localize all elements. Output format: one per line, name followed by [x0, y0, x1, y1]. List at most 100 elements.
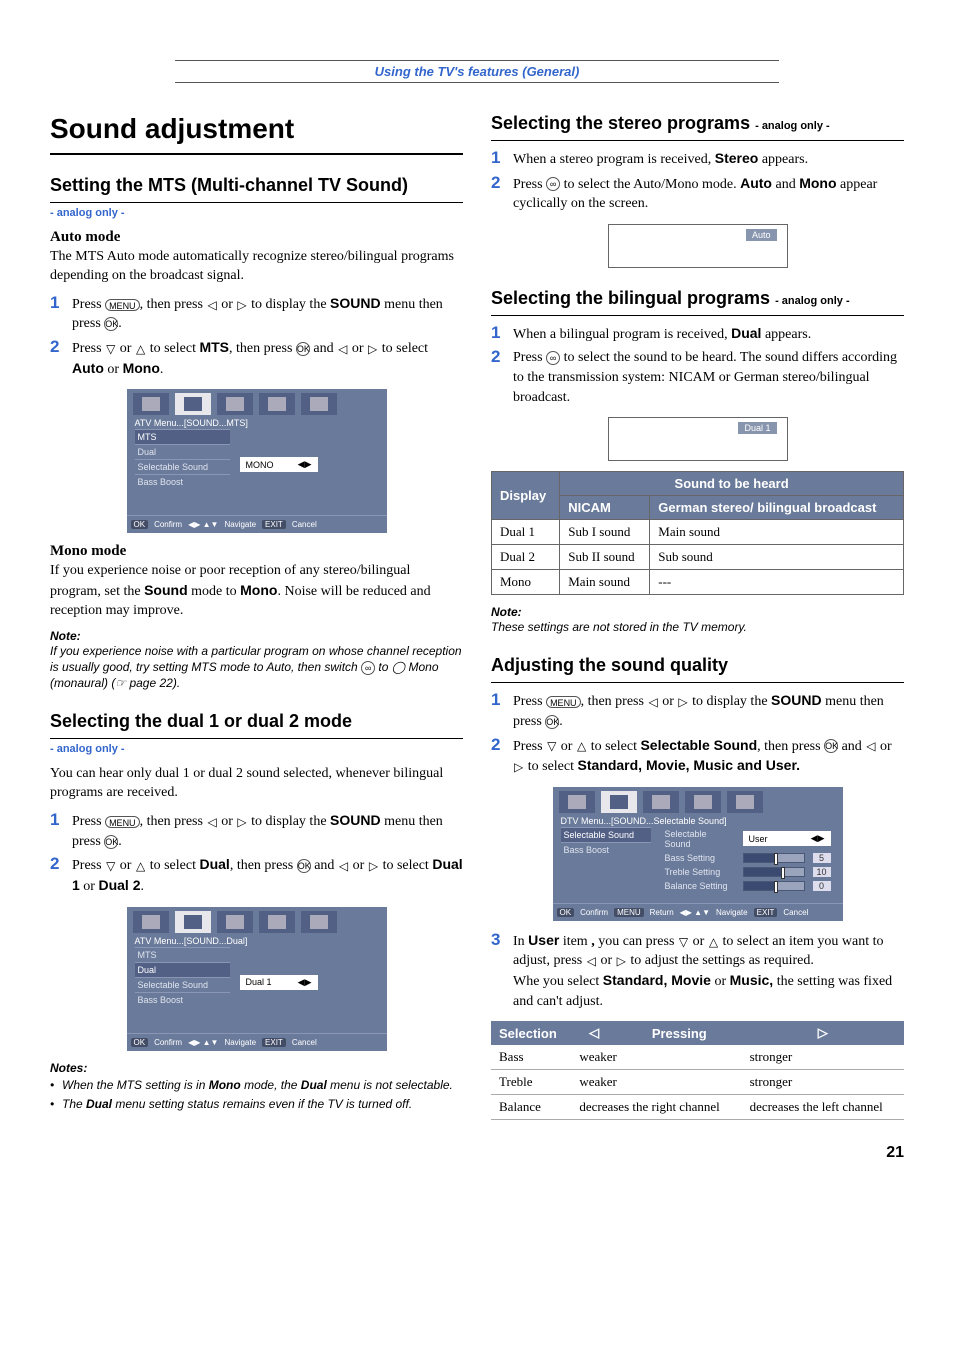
- sound-tab-icon: [184, 397, 202, 411]
- bilingual-table: Display Sound to be heard NICAM German s…: [491, 471, 904, 595]
- osd-auto-badge: Auto: [746, 229, 777, 241]
- table-row: Dual 1Sub I soundMain sound: [492, 520, 904, 545]
- note-body: If you experience noise with a particula…: [50, 643, 463, 692]
- stereo-steps: 1When a stereo program is received, Ster…: [491, 149, 904, 214]
- osd-dual-badge: Dual 1: [738, 422, 776, 434]
- setup-tab-icon: [652, 795, 670, 809]
- timer-tab-icon: [268, 397, 286, 411]
- menu-item: Bass Boost: [135, 474, 230, 489]
- menu-path-quality: DTV Menu...[SOUND...Selectable Sound]: [553, 813, 843, 827]
- lr-arrows-icon: ◀▶: [298, 459, 312, 470]
- menu-item: MTS: [135, 429, 230, 444]
- quality-step-2: Press ▽ or △ to select Selectable Sound,…: [513, 736, 904, 777]
- h2-quality: Adjusting the sound quality: [491, 655, 904, 683]
- page-number: 21: [50, 1144, 904, 1162]
- dual-note-1: When the MTS setting is in Mono mode, th…: [50, 1077, 463, 1093]
- menu-path-mts: ATV Menu...[SOUND...MTS]: [127, 415, 387, 429]
- menu-item: Selectable Sound: [135, 977, 230, 992]
- dual-note-2: The Dual menu setting status remains eve…: [50, 1096, 463, 1112]
- setup-tab-icon: [226, 397, 244, 411]
- balance-slider: [743, 881, 805, 891]
- th-left-arrow: ◁: [571, 1021, 617, 1045]
- lock-tab-icon: [310, 397, 328, 411]
- table-row: Balancedecreases the right channeldecrea…: [491, 1095, 904, 1120]
- menu-item: Bass Boost: [135, 992, 230, 1007]
- sound-tab-icon: [184, 915, 202, 929]
- menu-item: Dual: [135, 444, 230, 459]
- timer-tab-icon: [268, 915, 286, 929]
- auto-mode-body: The MTS Auto mode automatically recogniz…: [50, 248, 463, 286]
- th-german: German stereo/ bilingual broadcast: [650, 496, 904, 520]
- mono-mode-body: If you experience noise or poor receptio…: [50, 562, 463, 621]
- dual-value: Dual 1: [246, 977, 272, 987]
- bilingual-note-b: These settings are not stored in the TV …: [491, 619, 904, 635]
- th-selection: Selection: [491, 1021, 571, 1045]
- selection-table: Selection ◁ Pressing ▷ Bassweakerstronge…: [491, 1021, 904, 1120]
- timer-tab-icon: [694, 795, 712, 809]
- th-sound: Sound to be heard: [560, 472, 904, 496]
- lock-tab-icon: [310, 915, 328, 929]
- stereo-step-2: Press ∞ to select the Auto/Mono mode. Au…: [513, 174, 904, 214]
- mts-step-1: Press MENU, then press ◁ or ▷ to display…: [72, 294, 463, 334]
- table-row: MonoMain sound---: [492, 570, 904, 595]
- h1-sound-adjustment: Sound adjustment: [50, 113, 463, 155]
- table-row: Trebleweakerstronger: [491, 1070, 904, 1095]
- th-pressing: Pressing: [617, 1021, 742, 1045]
- sound-tab-icon: [610, 795, 628, 809]
- mts-value: MONO: [246, 460, 274, 470]
- quality-step-1: Press MENU, then press ◁ or ▷ to display…: [513, 691, 904, 731]
- picture-tab-icon: [568, 795, 586, 809]
- quality-steps: 1Press MENU, then press ◁ or ▷ to displa…: [491, 691, 904, 776]
- dual-notes: When the MTS setting is in Mono mode, th…: [50, 1077, 463, 1112]
- setup-tab-icon: [226, 915, 244, 929]
- dual-intro: You can hear only dual 1 or dual 2 sound…: [50, 765, 463, 803]
- menu-item: Dual: [135, 962, 230, 977]
- osd-dual: Dual 1: [608, 417, 788, 461]
- quality-step-3: In User item , you can press ▽ or △ to s…: [513, 931, 904, 1011]
- menu-item: Selectable Sound: [561, 827, 651, 842]
- quality-menu-screenshot: DTV Menu...[SOUND...Selectable Sound] Se…: [553, 787, 843, 921]
- mts-steps: 1Press MENU, then press ◁ or ▷ to displa…: [50, 294, 463, 379]
- tag-analog-mts: - analog only -: [50, 207, 463, 219]
- th-nicam: NICAM: [560, 496, 650, 520]
- notes-head: Notes:: [50, 1061, 463, 1075]
- dual-steps: 1Press MENU, then press ◁ or ▷ to displa…: [50, 811, 463, 896]
- dual-step-1: Press MENU, then press ◁ or ▷ to display…: [72, 811, 463, 851]
- bilingual-note-h: Note:: [491, 605, 904, 619]
- dual-menu-screenshot: ATV Menu...[SOUND...Dual] MTS Dual Selec…: [127, 907, 387, 1051]
- table-row: Dual 2Sub II soundSub sound: [492, 545, 904, 570]
- mts-menu-screenshot: ATV Menu...[SOUND...MTS] MTS Dual Select…: [127, 389, 387, 533]
- osd-auto: Auto: [608, 224, 788, 268]
- h2-mts: Setting the MTS (Multi-channel TV Sound): [50, 175, 463, 203]
- bilingual-step-1: When a bilingual program is received, Du…: [513, 324, 904, 345]
- picture-tab-icon: [142, 915, 160, 929]
- mono-mode-head: Mono mode: [50, 543, 463, 560]
- left-column: Sound adjustment Setting the MTS (Multi-…: [50, 113, 463, 1120]
- quality-step3: 3In User item , you can press ▽ or △ to …: [491, 931, 904, 1011]
- right-column: Selecting the stereo programs - analog o…: [491, 113, 904, 1120]
- bilingual-step-2: Press ∞ to select the sound to be heard.…: [513, 348, 904, 407]
- note-head: Note:: [50, 629, 463, 643]
- picture-tab-icon: [142, 397, 160, 411]
- h2-bilingual: Selecting the bilingual programs - analo…: [491, 288, 904, 316]
- th-display: Display: [492, 472, 560, 520]
- stereo-step-1: When a stereo program is received, Stere…: [513, 149, 904, 170]
- tag-analog-dual: - analog only -: [50, 743, 463, 755]
- treble-slider: [743, 867, 805, 877]
- menu-item: Selectable Sound: [135, 459, 230, 474]
- h2-stereo: Selecting the stereo programs - analog o…: [491, 113, 904, 141]
- page-header: Using the TV's features (General): [50, 60, 904, 83]
- th-right-arrow: ▷: [742, 1021, 904, 1045]
- bass-slider: [743, 853, 805, 863]
- dual-step-2: Press ▽ or △ to select Dual, then press …: [72, 855, 463, 896]
- lr-arrows-icon: ◀▶: [298, 977, 312, 988]
- menu-item: MTS: [135, 947, 230, 962]
- header-title: Using the TV's features (General): [175, 60, 780, 83]
- bilingual-steps: 1When a bilingual program is received, D…: [491, 324, 904, 407]
- menu-path-dual: ATV Menu...[SOUND...Dual]: [127, 933, 387, 947]
- menu-item: Bass Boost: [561, 842, 651, 857]
- auto-mode-head: Auto mode: [50, 229, 463, 246]
- lock-tab-icon: [736, 795, 754, 809]
- h2-dual: Selecting the dual 1 or dual 2 mode: [50, 711, 463, 739]
- mts-step-2: Press ▽ or △ to select MTS, then press O…: [72, 338, 463, 379]
